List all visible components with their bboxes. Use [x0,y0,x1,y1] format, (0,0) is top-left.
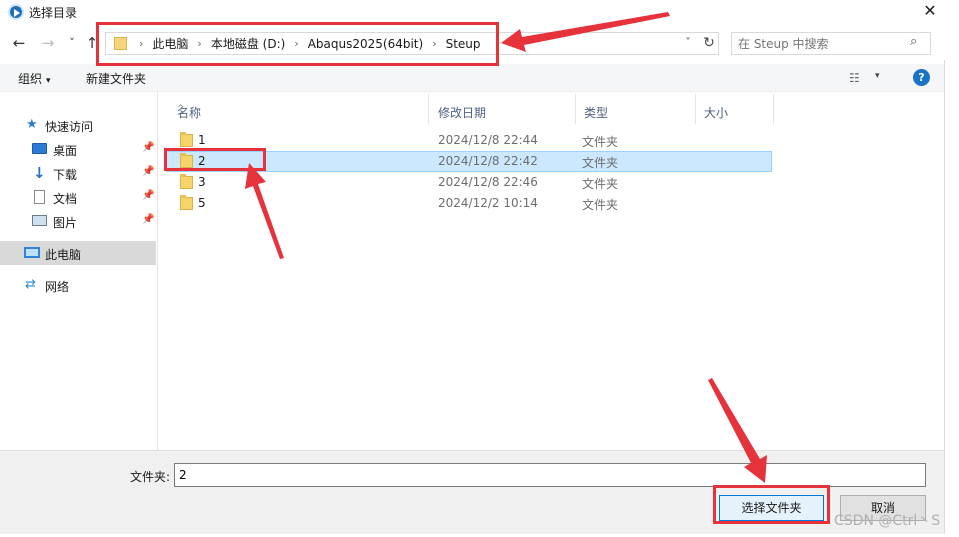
organize-menu[interactable]: 组织 ▾ [18,70,51,87]
computer-icon [24,247,40,258]
sidebar-item-label: 桌面 [53,144,78,158]
picture-icon [32,215,47,226]
refresh-icon[interactable]: ↻ [700,34,718,52]
window-title: 选择目录 [29,6,78,20]
window-edge-scrollbar[interactable] [944,60,959,534]
folder-name-input[interactable] [174,463,926,487]
sidebar-item-pictures[interactable]: 图片 📌 [0,209,156,233]
pin-icon[interactable]: 📌 [142,142,154,153]
file-type: 文件夹 [582,198,619,212]
annotation-box-address [96,22,499,66]
sidebar-item-label: 网络 [45,280,70,294]
star-icon: ★ [26,117,38,132]
document-icon [34,190,45,204]
app-icon [8,4,24,20]
search-icon[interactable]: ⌕ [910,34,917,49]
caret-down-icon[interactable]: ▾ [875,71,880,81]
view-options-icon[interactable]: ☷ [849,71,860,85]
search-input[interactable] [738,35,904,52]
file-type: 文件夹 [582,135,619,149]
forward-arrow-icon[interactable]: → [38,32,58,54]
column-header-label: 大小 [704,106,729,120]
desktop-icon [32,143,47,154]
back-arrow-icon[interactable]: ← [9,32,29,54]
file-date: 2024/12/2 10:14 [438,196,538,210]
column-header-name[interactable]: 名称 ^ [168,92,428,126]
help-icon[interactable]: ? [913,69,930,86]
organize-label: 组织 [18,72,43,86]
toolbar: 组织 ▾ 新建文件夹 ☷ ▾ ? [0,64,944,92]
caret-down-icon: ▾ [46,76,51,86]
sidebar-item-network[interactable]: ⇄ 网络 [0,273,156,297]
search-box[interactable]: ⌕ [731,32,931,55]
pin-icon[interactable]: 📌 [142,190,154,201]
network-icon: ⇄ [25,277,36,292]
folder-name-label: 文件夹: [130,470,171,484]
folder-icon [180,174,193,189]
file-date: 2024/12/8 22:46 [438,175,538,189]
sidebar-item-quick-access[interactable]: ★ 快速访问 [0,113,156,137]
file-name: 1 [198,133,206,147]
file-date: 2024/12/8 22:44 [438,133,538,147]
sidebar-item-this-pc[interactable]: 此电脑 [0,241,156,265]
watermark: CSDN @Ctrl丶S [834,513,941,529]
sidebar-item-label: 下载 [53,168,78,182]
column-header-label: 修改日期 [438,106,487,120]
sidebar-item-desktop[interactable]: 桌面 📌 [0,137,156,161]
file-date: 2024/12/8 22:42 [438,154,538,168]
column-header-size[interactable]: 大小 [695,92,773,126]
recent-locations-chevron-icon[interactable]: ˅ [62,32,82,54]
sidebar-item-label: 文档 [53,192,78,206]
download-icon: ↓ [33,164,46,182]
file-name: 3 [198,175,206,189]
folder-icon [180,195,193,210]
annotation-box-select-button [713,485,830,524]
navigation-pane: ★ 快速访问 桌面 📌 ↓ 下载 📌 文档 📌 图片 📌 此电脑 ⇄ 网络 [0,92,158,450]
file-type: 文件夹 [582,177,619,191]
address-dropdown-icon[interactable]: ˅ [680,34,696,52]
sidebar-item-label: 快速访问 [45,120,94,134]
new-folder-button[interactable]: 新建文件夹 [86,70,146,87]
file-type: 文件夹 [582,156,619,170]
sidebar-item-label: 此电脑 [45,248,82,262]
pin-icon[interactable]: 📌 [142,214,154,225]
annotation-box-folder [164,148,266,171]
column-header-type[interactable]: 类型 [575,92,695,126]
column-header-label: 类型 [584,106,609,120]
sidebar-item-label: 图片 [53,216,78,230]
close-button[interactable]: ✕ [915,0,945,24]
folder-icon [180,132,193,147]
column-header-date[interactable]: 修改日期 [429,92,575,126]
file-name: 5 [198,196,206,210]
list-item[interactable]: 5 2024/12/2 10:14 文件夹 [166,193,772,214]
title-bar: 选择目录 ✕ [0,0,959,24]
sidebar-item-documents[interactable]: 文档 📌 [0,185,156,209]
sort-ascending-icon: ^ [177,104,185,114]
list-item[interactable]: 3 2024/12/8 22:46 文件夹 [166,172,772,193]
sidebar-item-downloads[interactable]: ↓ 下载 📌 [0,161,156,185]
file-list: 名称 ^ 修改日期 类型 大小 1 2024/12/8 22:44 文件夹 2 … [158,92,944,450]
pin-icon[interactable]: 📌 [142,166,154,177]
column-divider[interactable] [773,94,774,124]
